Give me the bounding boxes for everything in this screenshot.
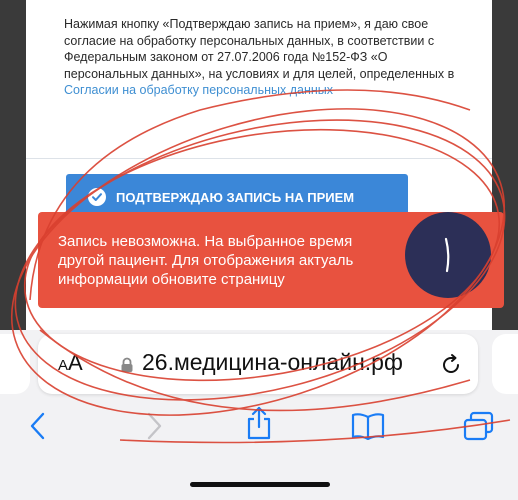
forward-icon[interactable] (140, 410, 166, 447)
consent-text: Нажимая кнопку «Подтверждаю запись на пр… (64, 16, 464, 99)
toast-dismiss-button[interactable] (405, 212, 491, 298)
share-icon[interactable] (244, 405, 274, 446)
consent-body: Нажимая кнопку «Подтверждаю запись на пр… (64, 17, 455, 81)
consent-link[interactable]: Согласии на обработку персональных данны… (64, 83, 333, 97)
confirm-button-label: ПОДТВЕРЖДАЮ ЗАПИСЬ НА ПРИЕМ (116, 189, 355, 205)
back-icon[interactable] (26, 410, 52, 447)
modal-divider (26, 158, 492, 159)
page-left-edge (0, 0, 26, 330)
previous-tab-pill[interactable] (0, 334, 30, 394)
check-icon (88, 188, 106, 206)
aa-small: A (58, 357, 69, 374)
url-text[interactable]: 26.медицина-онлайн.рф (142, 349, 403, 376)
tabs-icon[interactable] (462, 410, 496, 447)
toast-line-2: другой пациент. Для отображения актуаль (58, 252, 354, 269)
spinner-icon (444, 237, 450, 273)
reader-options-button[interactable]: AA (58, 350, 83, 376)
home-indicator (190, 482, 330, 487)
toast-line-1: Запись невозможна. На выбранное время (58, 233, 353, 250)
aa-large: A (68, 350, 83, 375)
toast-message: Запись невозможна. На выбранное время др… (58, 232, 418, 289)
lock-icon (120, 357, 134, 378)
bookmarks-icon[interactable] (350, 412, 386, 445)
next-tab-pill[interactable] (492, 334, 518, 394)
reload-icon[interactable] (438, 352, 464, 383)
toast-line-3: информации обновите страницу (58, 271, 285, 288)
